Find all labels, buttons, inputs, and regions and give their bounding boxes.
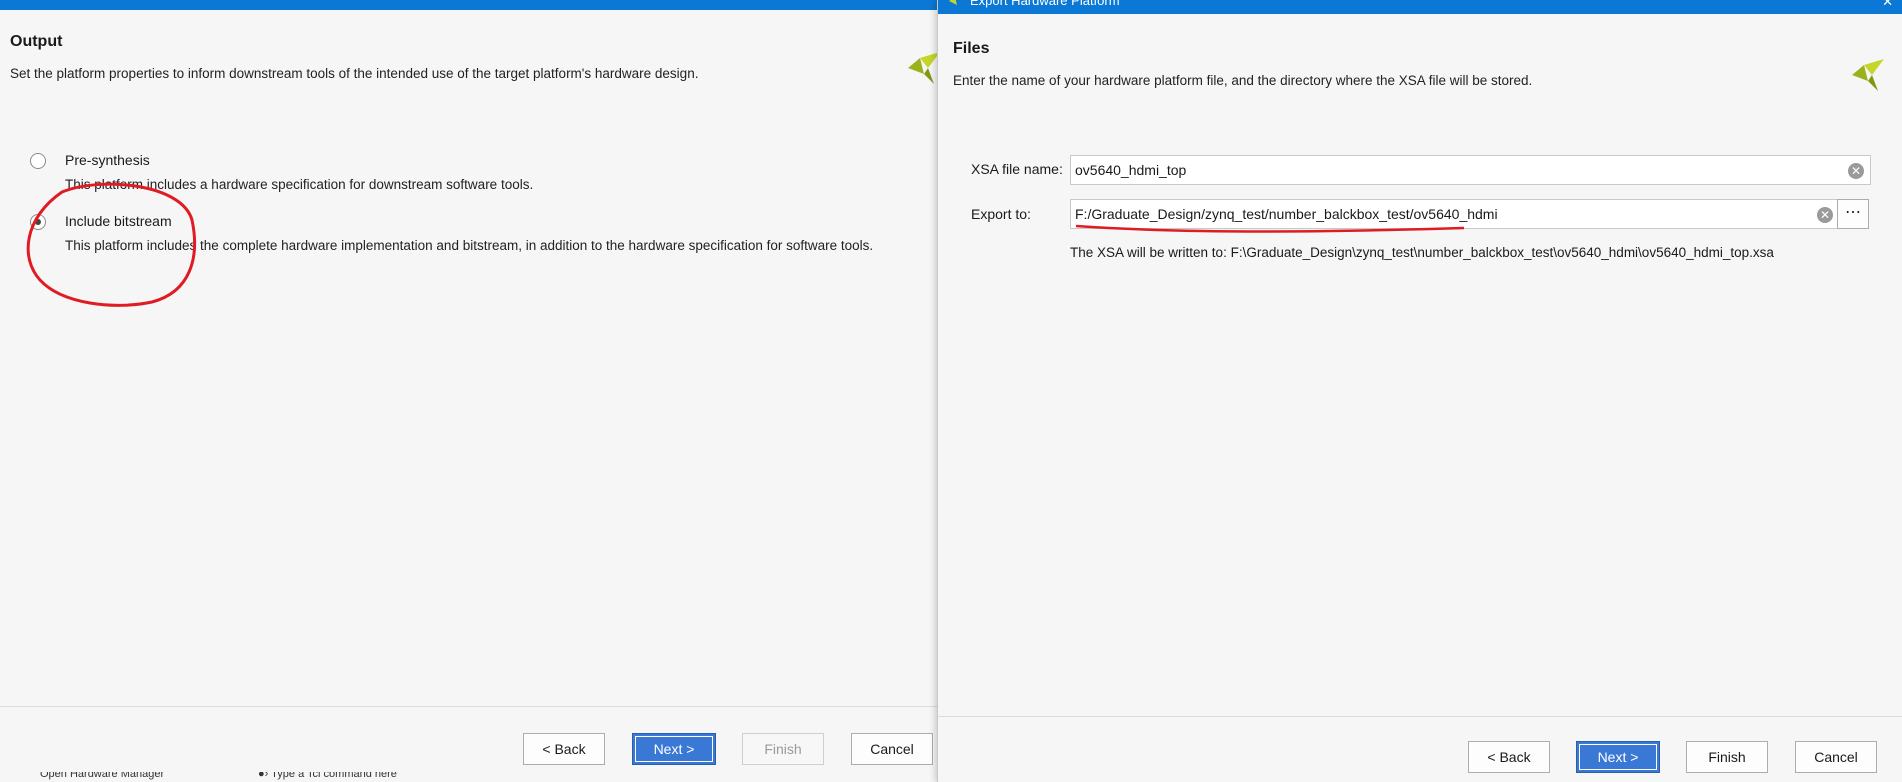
back-button[interactable]: < Back xyxy=(523,733,605,765)
footer-separator xyxy=(938,716,1902,717)
browse-button[interactable]: ⋯ xyxy=(1837,199,1869,229)
open-hardware-manager-text[interactable]: Open Hardware Manager xyxy=(40,772,164,780)
cancel-button[interactable]: Cancel xyxy=(1795,741,1877,773)
export-to-label: Export to: xyxy=(971,206,1031,222)
footer-separator xyxy=(0,706,937,707)
next-button[interactable]: Next > xyxy=(632,733,716,765)
vivado-logo-icon xyxy=(1852,59,1884,91)
close-icon[interactable]: ✕ xyxy=(1882,0,1893,10)
tcl-command-placeholder[interactable]: ●› Type a Tcl command here xyxy=(258,772,397,780)
clear-icon[interactable]: ✕ xyxy=(1848,163,1864,179)
red-annotation-underline xyxy=(1075,224,1465,233)
xsa-output-path-hint: The XSA will be written to: F:\Graduate_… xyxy=(1070,245,1774,260)
page-title: Files xyxy=(953,40,990,57)
pre-synthesis-label: Pre-synthesis xyxy=(65,152,150,168)
finish-button[interactable]: Finish xyxy=(742,733,824,765)
vivado-logo-icon xyxy=(908,52,937,84)
page-title: Output xyxy=(10,33,63,50)
app-icon xyxy=(949,0,957,5)
window-title-bar xyxy=(0,0,937,10)
export-wizard-output-page: Output Set the platform properties to in… xyxy=(0,0,937,782)
back-button[interactable]: < Back xyxy=(1468,741,1550,773)
dialog-title: Export Hardware Platform xyxy=(970,0,1120,8)
dialog-title-bar: Export Hardware Platform ✕ xyxy=(938,0,1902,14)
red-annotation-circle xyxy=(26,182,197,307)
clear-icon[interactable]: ✕ xyxy=(1817,207,1833,223)
pre-synthesis-radio[interactable] xyxy=(30,153,46,169)
export-hardware-platform-dialog: Export Hardware Platform ✕ Files Enter t… xyxy=(937,0,1902,782)
xsa-file-name-label: XSA file name: xyxy=(971,161,1063,177)
tcl-console-strip: Open Hardware Manager ●› Type a Tcl comm… xyxy=(0,772,937,782)
cancel-button[interactable]: Cancel xyxy=(851,733,933,765)
xsa-file-name-value: ov5640_hdmi_top xyxy=(1075,162,1187,178)
page-description: Enter the name of your hardware platform… xyxy=(953,73,1533,88)
page-description: Set the platform properties to inform do… xyxy=(10,66,699,81)
xsa-file-name-input[interactable]: ov5640_hdmi_top ✕ xyxy=(1070,155,1871,185)
finish-button[interactable]: Finish xyxy=(1686,741,1768,773)
next-button[interactable]: Next > xyxy=(1576,741,1660,773)
